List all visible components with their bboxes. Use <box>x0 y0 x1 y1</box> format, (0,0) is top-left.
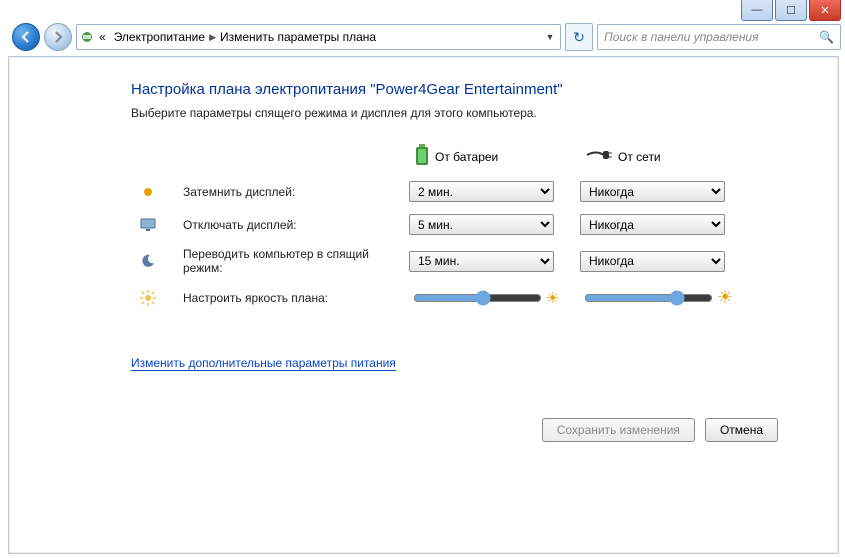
window-buttons: — ☐ ✕ <box>741 0 841 21</box>
minimize-button[interactable]: — <box>741 0 773 21</box>
row-brightness: Настроить яркость плана: ☀ ☀ <box>131 281 743 314</box>
column-label: От батареи <box>435 150 498 164</box>
row-turn-off-display: Отключать дисплей: 5 мин. Никогда <box>131 208 743 241</box>
row-label: Настроить яркость плана: <box>175 281 401 314</box>
off-ac-select[interactable]: Никогда <box>580 214 725 235</box>
brightness-battery-slider[interactable] <box>413 288 542 308</box>
plug-icon <box>586 148 612 165</box>
breadcrumb-item[interactable]: Электропитание <box>110 25 209 49</box>
breadcrumb-prefix: « <box>95 25 110 49</box>
off-battery-select[interactable]: 5 мин. <box>409 214 554 235</box>
dim-icon <box>139 183 157 201</box>
row-sleep: Переводить компьютер в спящий режим: 15 … <box>131 241 743 281</box>
close-button[interactable]: ✕ <box>809 0 841 21</box>
dim-battery-select[interactable]: 2 мин. <box>409 181 554 202</box>
forward-button[interactable] <box>44 23 72 51</box>
advanced-settings-link[interactable]: Изменить дополнительные параметры питани… <box>131 356 396 371</box>
save-button[interactable]: Сохранить изменения <box>542 418 695 442</box>
settings-table: От батареи От сети Затемнить дисплей: 2 … <box>131 138 743 314</box>
address-bar[interactable]: « Электропитание ▶ Изменить параметры пл… <box>76 24 561 50</box>
chevron-right-icon: ▶ <box>209 32 216 43</box>
column-header-battery: От батареи <box>409 144 564 169</box>
row-dim-display: Затемнить дисплей: 2 мин. Никогда <box>131 175 743 208</box>
monitor-icon <box>139 216 157 234</box>
search-icon: 🔍 <box>819 30 834 44</box>
brightness-ac-slider[interactable] <box>584 288 713 308</box>
column-label: От сети <box>618 150 661 164</box>
chevron-down-icon[interactable]: ▼ <box>542 32 558 42</box>
row-label: Переводить компьютер в спящий режим: <box>175 241 401 281</box>
search-placeholder: Поиск в панели управления <box>604 30 759 44</box>
dim-ac-select[interactable]: Никогда <box>580 181 725 202</box>
sun-icon <box>139 289 157 307</box>
sleep-battery-select[interactable]: 15 мин. <box>409 251 554 272</box>
page-title: Настройка плана электропитания "Power4Ge… <box>131 81 818 98</box>
brightness-high-icon: ☀ <box>546 289 559 307</box>
row-label: Отключать дисплей: <box>175 208 401 241</box>
content-panel: Настройка плана электропитания "Power4Ge… <box>8 56 839 554</box>
row-label: Затемнить дисплей: <box>175 175 401 208</box>
navigation-bar: « Электропитание ▶ Изменить параметры пл… <box>12 22 841 52</box>
control-panel-icon <box>79 29 95 45</box>
cancel-button[interactable]: Отмена <box>705 418 778 442</box>
battery-icon <box>415 144 429 169</box>
button-row: Сохранить изменения Отмена <box>131 400 818 442</box>
column-header-ac: От сети <box>580 148 735 165</box>
brightness-high-icon: ☀ <box>717 287 733 308</box>
moon-icon <box>139 252 157 270</box>
maximize-button[interactable]: ☐ <box>775 0 807 21</box>
back-button[interactable] <box>12 23 40 51</box>
page-subtitle: Выберите параметры спящего режима и дисп… <box>131 106 818 120</box>
search-input[interactable]: Поиск в панели управления 🔍 <box>597 24 841 50</box>
breadcrumb-item[interactable]: Изменить параметры плана <box>216 25 380 49</box>
refresh-button[interactable]: ↻ <box>565 23 593 51</box>
sleep-ac-select[interactable]: Никогда <box>580 251 725 272</box>
